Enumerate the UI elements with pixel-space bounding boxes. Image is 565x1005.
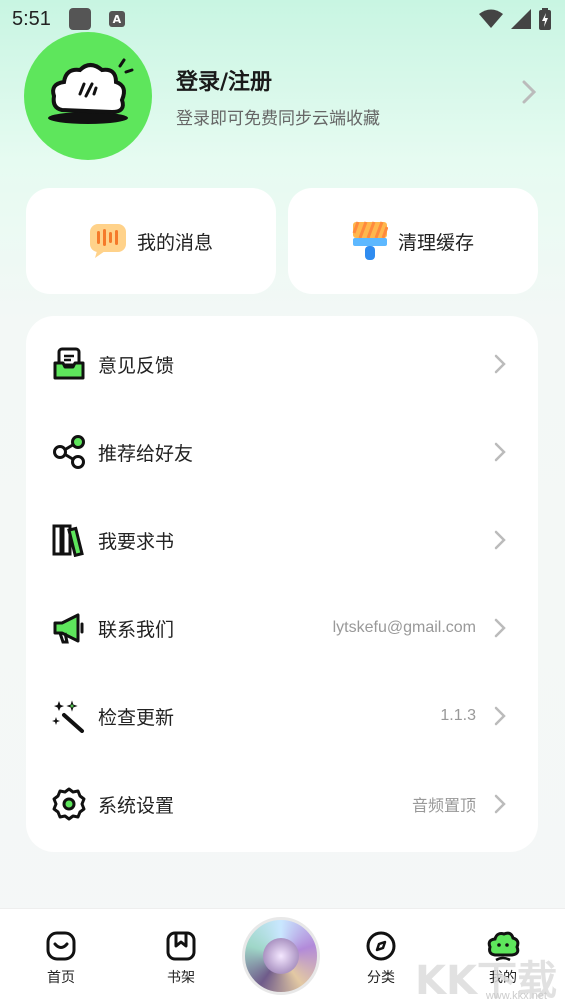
- a-notification-icon: A: [108, 11, 125, 27]
- feedback-icon: [52, 347, 86, 381]
- menu-label: 联系我们: [98, 618, 175, 641]
- compass-icon: [346, 929, 416, 963]
- profile-title[interactable]: 登录/注册: [176, 64, 272, 96]
- menu-label: 系统设置: [98, 794, 175, 817]
- menu-item-request-book[interactable]: 我要求书: [26, 496, 538, 584]
- chevron-right-icon: [494, 354, 506, 374]
- wifi-icon: [479, 9, 503, 28]
- gear-icon: [52, 787, 86, 821]
- chevron-right-icon[interactable]: [522, 80, 536, 104]
- menu-label: 意见反馈: [98, 354, 175, 377]
- brush-icon: [352, 221, 388, 260]
- menu-label: 检查更新: [98, 706, 175, 729]
- profile-subtitle: 登录即可免费同步云端收藏: [176, 109, 380, 129]
- chevron-right-icon: [494, 794, 506, 814]
- chevron-right-icon: [494, 530, 506, 550]
- nav-category[interactable]: 分类: [346, 929, 416, 987]
- app-version: 1.1.3: [440, 707, 476, 724]
- message-icon: [89, 224, 126, 258]
- settings-value: 音频置顶: [411, 798, 476, 815]
- share-icon: [52, 435, 86, 469]
- battery-charging-icon: [539, 8, 551, 30]
- nav-bookshelf[interactable]: 书架: [146, 929, 216, 987]
- status-right-icons: [479, 8, 551, 30]
- signal-icon: [511, 9, 531, 29]
- watermark-url: www.kkx.net: [485, 990, 547, 1002]
- album-cover-center: [263, 938, 299, 974]
- magic-wand-icon: [52, 699, 86, 733]
- my-messages-card[interactable]: 我的消息: [26, 188, 276, 294]
- contact-email: lytskefu@gmail.com: [332, 619, 476, 636]
- avatar[interactable]: [24, 32, 152, 160]
- app-notification-icon: [68, 8, 91, 30]
- menu-item-contact[interactable]: 联系我们 lytskefu@gmail.com: [26, 584, 538, 672]
- books-icon: [52, 523, 86, 557]
- menu-item-settings[interactable]: 系统设置 音频置顶: [26, 760, 538, 848]
- nav-home[interactable]: 首页: [26, 929, 96, 987]
- menu-label: 我要求书: [98, 530, 175, 553]
- menu-item-check-update[interactable]: 检查更新 1.1.3: [26, 672, 538, 760]
- my-messages-label: 我的消息: [136, 231, 213, 254]
- bookshelf-icon: [146, 929, 216, 963]
- cloud-avatar-icon: [48, 58, 134, 124]
- nav-label: 书架: [167, 970, 195, 986]
- nav-label: 首页: [47, 970, 75, 986]
- profile-header[interactable]: 登录/注册 登录即可免费同步云端收藏: [24, 32, 544, 160]
- menu-item-share[interactable]: 推荐给好友: [26, 408, 538, 496]
- clear-cache-label: 清理缓存: [397, 231, 474, 254]
- chevron-right-icon: [494, 442, 506, 462]
- status-time: 5:51: [12, 7, 51, 30]
- menu-label: 推荐给好友: [98, 442, 194, 465]
- settings-menu: 意见反馈 推荐给好友 我要求书 联系我们 lytskefu@gmail.com …: [26, 316, 538, 852]
- nav-label: 分类: [367, 970, 395, 986]
- clear-cache-card[interactable]: 清理缓存: [288, 188, 538, 294]
- menu-item-feedback[interactable]: 意见反馈: [26, 320, 538, 408]
- megaphone-icon: [52, 611, 86, 645]
- chevron-right-icon: [494, 618, 506, 638]
- album-cover[interactable]: [242, 917, 320, 995]
- chevron-right-icon: [494, 706, 506, 726]
- home-icon: [26, 929, 96, 963]
